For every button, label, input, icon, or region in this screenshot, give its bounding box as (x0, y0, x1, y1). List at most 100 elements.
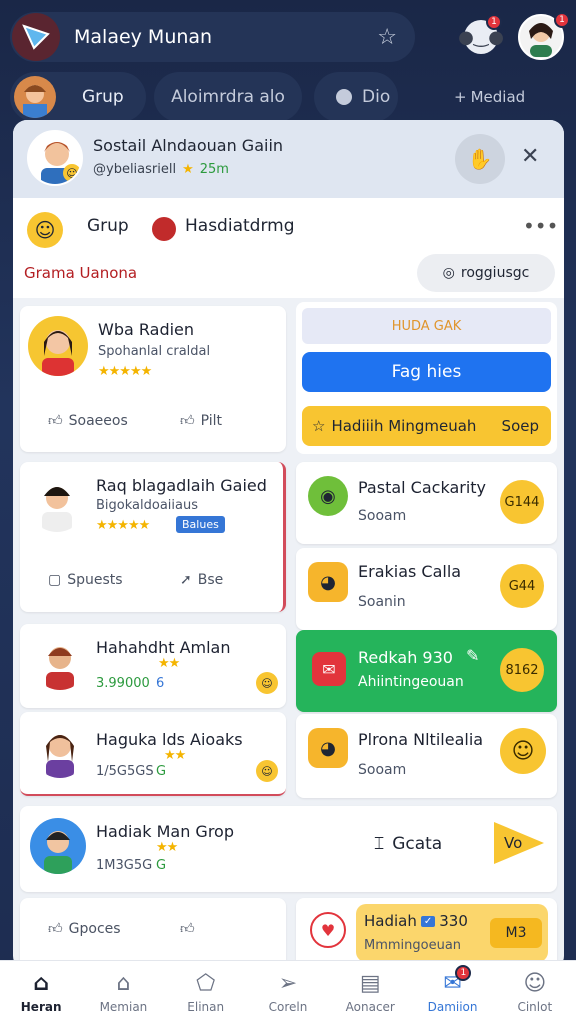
send-button[interactable]: ➚ Bse (180, 572, 223, 588)
instagram-button-label: roggiusgc (460, 265, 530, 281)
close-icon[interactable]: ✕ (521, 144, 539, 169)
nav-label: Memian (99, 999, 148, 1014)
tile-badge: Balues (176, 516, 225, 533)
secondary-button[interactable]: ☆ Hadiiih Mingmeuah Soep (302, 406, 551, 446)
gift-icon: ✉ (312, 652, 346, 686)
nav-item-damiion[interactable]: ✉ 1 Damiion (411, 961, 493, 1024)
star-icon[interactable]: ☆ (377, 25, 397, 50)
list-item[interactable]: Hadiak Man Grop ★★ 1M3G5G G ⌶ Gcata Vo (20, 806, 557, 892)
star-small-icon: ★ (182, 162, 194, 177)
primary-button[interactable]: Fag hies (302, 352, 551, 392)
tile-subtitle: Sooam (358, 762, 407, 778)
group-label[interactable]: Grup (87, 216, 129, 236)
house-outline-icon: ⌂ (116, 970, 131, 996)
tile-title: Plrona Nltilealia (358, 730, 484, 749)
reply-label: Pilt (200, 412, 223, 429)
tile-title: Hahahdht Amlan (96, 638, 231, 657)
post-meta: @ybeliasriell ★ 25m (93, 162, 229, 177)
nav-item-cinlot[interactable]: ☺ Cinlot (494, 961, 576, 1024)
list-item[interactable]: ◕ Erakias Calla Soanin G44 (296, 548, 557, 630)
nav-item-aonacer[interactable]: ▤ Aonacer (329, 961, 411, 1024)
tile-title: Haguka lds Aioaks (96, 730, 243, 749)
pentagon-icon: ⬠ (196, 970, 216, 996)
list-item-highlighted[interactable]: ✉ Redkah 930 Ahiintingeouan ✎ 8162 (296, 630, 557, 712)
nav-item-home[interactable]: ⌂ Heran (0, 961, 82, 1024)
instagram-icon: ◎ (442, 265, 455, 281)
list-item[interactable]: Hahahdht Amlan ★★ 3.99000 6 ☺ (20, 624, 286, 708)
list-item[interactable]: Haguka lds Aioaks ★★ 1/5G5GS G ☺ (20, 712, 286, 796)
tile-count: 1M3G5G (96, 858, 153, 873)
share-button[interactable]: ▢ Spuests (48, 572, 123, 588)
like-button[interactable]: 👍︎ Gpoces (48, 920, 121, 938)
group-row: ☺ Grup Hasdiatdrmg ••• Grama Uanona ◎ ro… (13, 198, 564, 298)
edit-icon[interactable]: ✎ (466, 646, 479, 665)
added-filter[interactable]: + Mediad (454, 72, 566, 122)
rating-stars: ★★★★★ (98, 364, 152, 379)
more-icon[interactable]: ••• (523, 214, 558, 238)
post-time: 25m (199, 162, 229, 177)
frog-icon: ◉ (308, 476, 348, 516)
nav-item-coreln[interactable]: ➢ Coreln (247, 961, 329, 1024)
cat-icon: ◕ (308, 562, 348, 602)
tile-score: G (156, 858, 167, 873)
chip-middle[interactable]: Aloimrdra alo (154, 72, 302, 122)
filter-chips: Grup Aloimrdra alo Dio + Mediad (10, 72, 576, 122)
card-header: ☺ Sostail Alndaouan Gaiin @ybeliasriell … (13, 120, 564, 198)
reward-box[interactable]: Hadiah ✓ 330 Mmmingoeuan M3 (356, 904, 548, 962)
rating-stars: ★★ (158, 656, 180, 671)
value-circle: G144 (500, 480, 544, 524)
list-item[interactable]: ◉ Pastal Cackarity Sooam G144 (296, 462, 557, 544)
smiley-icon: ☺ (63, 164, 81, 182)
list-item[interactable]: Wba Radien Spohanlal craldal ★★★★★ 👍︎ Soa… (20, 306, 286, 452)
list-item[interactable]: Raq blagadlaih Gaied Bigokaldoaiiaus ★★★… (20, 462, 286, 612)
chip-group[interactable]: Grup (10, 72, 146, 122)
smiley-icon: ☺ (256, 760, 278, 782)
tile-subtitle: Soanin (358, 594, 406, 610)
heart-icon: ♥ (310, 912, 346, 948)
play-button[interactable]: Vo (494, 822, 544, 864)
send-label: Bse (197, 572, 224, 588)
code-field[interactable]: HUDA GAK (302, 308, 551, 344)
like-button-2[interactable]: 👍︎ (180, 920, 195, 937)
instagram-button[interactable]: ◎ roggiusgc (417, 254, 555, 292)
list-item[interactable]: ◕ Plrona Nltilealia Sooam ☺ (296, 714, 557, 798)
tile-title: Erakias Calla (358, 562, 462, 581)
chip-right[interactable]: Dio (314, 72, 398, 122)
chip-group-label: Grup (82, 87, 124, 107)
chat-bot-icon[interactable]: ●‿● 1 (458, 14, 504, 54)
thumbs-up-icon: 👍︎ (180, 413, 195, 429)
group-avatar (14, 76, 56, 118)
tile-score: G (156, 764, 167, 779)
reward-number: 330 (439, 912, 468, 930)
app-logo-icon[interactable] (12, 13, 60, 61)
tile-title: Raq blagadlaih Gaied (96, 476, 267, 495)
tile-count: 3.99000 (96, 676, 150, 691)
poster-avatar[interactable]: ☺ (27, 130, 83, 186)
reply-button[interactable]: 👍︎ Pilt (180, 412, 223, 430)
group-link[interactable]: Grama Uanona (24, 264, 137, 282)
member-label[interactable]: Hasdiatdrmg (185, 216, 295, 236)
nav-item-elinan[interactable]: ⬠ Elinan (165, 961, 247, 1024)
secondary-extra: Soep (501, 417, 539, 435)
like-button[interactable]: 👍︎ Soaeeos (48, 412, 128, 430)
notification-badge: 1 (486, 14, 502, 30)
thumbs-up-icon: 👍︎ (48, 921, 63, 937)
tile-title: Wba Radien (98, 320, 195, 339)
profile-avatar[interactable]: 1 (518, 12, 570, 60)
nav-badge: 1 (455, 965, 472, 981)
tile-title: Redkah 930 (358, 648, 453, 667)
reward-title: Hadiah (364, 912, 417, 930)
rating-stars: ★★ (156, 840, 178, 855)
tile-title: Pastal Cackarity (358, 478, 487, 497)
main-card: ☺ Sostail Alndaouan Gaiin @ybeliasriell … (13, 120, 564, 970)
document-icon: ▤ (359, 970, 381, 996)
voice-icon[interactable]: ✋ (455, 134, 505, 184)
send-icon: ➢ (278, 970, 298, 996)
nav-label: Coreln (268, 999, 308, 1014)
nav-label: Heran (20, 999, 62, 1014)
nav-item-memian[interactable]: ⌂ Memian (82, 961, 164, 1024)
like-label: Soaeeos (68, 412, 128, 429)
tile-action[interactable]: ⌶ Gcata (374, 834, 442, 854)
home-icon: ⌂ (33, 970, 50, 996)
nav-label: Damiion (427, 999, 478, 1014)
